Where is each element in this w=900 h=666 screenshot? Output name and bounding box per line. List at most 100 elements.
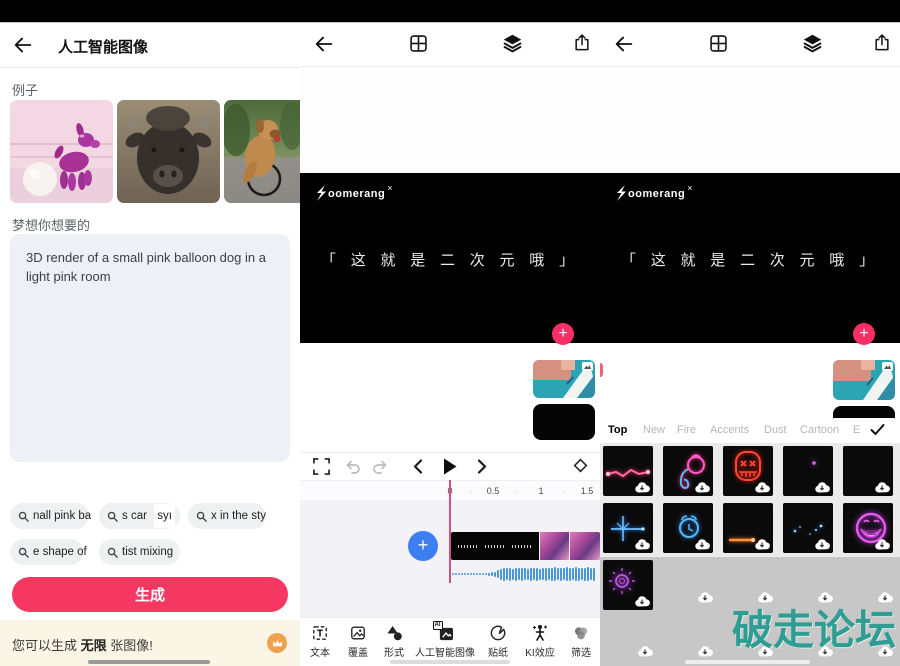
timeline-tracks[interactable] — [300, 500, 600, 617]
tool-sticker[interactable]: 贴纸 — [478, 623, 518, 659]
tool-filter[interactable]: 筛选 — [562, 623, 600, 659]
generate-button[interactable]: 生成 — [12, 577, 288, 612]
tool-overlay[interactable]: 覆盖 — [340, 623, 376, 659]
download-cloud-icon[interactable] — [634, 596, 650, 607]
home-indicator[interactable] — [390, 660, 510, 664]
search-icon — [196, 511, 207, 522]
tab-accents[interactable]: Accents — [710, 424, 749, 436]
download-cloud-icon[interactable] — [754, 482, 770, 493]
watermark-close-icon[interactable]: × — [387, 183, 392, 193]
effect-cyan-sparks[interactable] — [783, 503, 833, 553]
video-clip[interactable] — [451, 532, 600, 560]
back-icon[interactable] — [613, 33, 635, 55]
export-share-icon[interactable] — [872, 33, 894, 55]
tab-fire[interactable]: Fire — [677, 424, 696, 436]
layer-thumbnail-black[interactable] — [833, 406, 895, 418]
undo-icon[interactable] — [345, 459, 361, 474]
suggestion-chip[interactable]: e shape of — [10, 539, 83, 565]
premium-crown-icon[interactable] — [267, 633, 287, 653]
back-icon[interactable] — [12, 34, 34, 56]
text-tool-icon — [312, 623, 328, 641]
add-clip-button[interactable] — [408, 531, 438, 561]
footer-text-prefix: 您可以生成 — [12, 638, 81, 653]
effect-blank[interactable] — [843, 446, 893, 496]
tab-top[interactable]: Top — [608, 424, 627, 436]
download-cloud-icon[interactable] — [814, 539, 830, 550]
effect-pink-lightning[interactable] — [603, 446, 653, 496]
layer-thumbnail[interactable] — [833, 360, 895, 400]
layer-thumbnail[interactable] — [533, 360, 595, 398]
download-cloud-icon[interactable] — [697, 646, 713, 657]
home-indicator[interactable] — [88, 660, 210, 664]
grid-layout-icon[interactable] — [408, 33, 430, 55]
tool-ai-image[interactable]: AI 人工智能图像 — [412, 623, 478, 659]
effect-pink-kettle[interactable] — [663, 446, 713, 496]
suggestion-chip[interactable]: nall pink ba — [10, 503, 89, 529]
keyframe-diamond-icon[interactable] — [572, 457, 589, 474]
tab-new[interactable]: New — [643, 424, 665, 436]
download-cloud-icon[interactable] — [754, 539, 770, 550]
tool-shapes[interactable]: 形式 — [376, 623, 412, 659]
audio-waveform[interactable] — [452, 566, 600, 582]
next-frame-icon[interactable] — [477, 459, 487, 474]
add-media-button[interactable] — [853, 323, 875, 345]
playback-controls — [300, 452, 600, 481]
layer-thumbnail-black[interactable] — [533, 404, 595, 440]
footer-text-suffix: 张图像! — [107, 638, 153, 653]
video-preview[interactable]: oomerang × 「 这 就 是 二 次 元 哦 」 — [600, 173, 900, 343]
layers-icon[interactable] — [802, 33, 824, 55]
add-media-button[interactable] — [552, 323, 574, 345]
playhead[interactable] — [449, 480, 451, 583]
scroll-edge-fragment — [600, 363, 603, 377]
prompt-textarea[interactable]: 3D render of a small pink balloon dog in… — [10, 234, 290, 462]
effect-purple-spark[interactable] — [783, 446, 833, 496]
download-cloud-icon[interactable] — [634, 482, 650, 493]
search-icon — [18, 547, 29, 558]
editor-bottom-toolbar: 文本 覆盖 形式 AI 人工智能图像 贴纸 — [300, 617, 600, 666]
boomerang-logo-icon — [316, 185, 327, 202]
layers-icon[interactable] — [502, 33, 524, 55]
download-cloud-icon[interactable] — [874, 482, 890, 493]
download-cloud-icon[interactable] — [637, 646, 653, 657]
ai-badge: AI — [433, 621, 443, 630]
effect-blue-cross[interactable] — [603, 503, 653, 553]
video-caption: 「 这 就 是 二 次 元 哦 」 — [300, 249, 600, 270]
download-cloud-icon[interactable] — [694, 539, 710, 550]
prev-frame-icon[interactable] — [413, 459, 423, 474]
suggestion-chip[interactable]: tist mixing — [99, 539, 180, 565]
video-preview[interactable]: oomerang × 「 这 就 是 二 次 元 哦 」 — [300, 173, 600, 343]
editor-toolbar — [600, 23, 900, 66]
play-button[interactable] — [443, 458, 457, 475]
download-cloud-icon[interactable] — [634, 539, 650, 550]
home-indicator[interactable] — [685, 660, 810, 664]
effect-blue-clock[interactable] — [663, 503, 713, 553]
status-bar — [600, 0, 900, 23]
tab-effects-cut[interactable]: E — [853, 424, 860, 436]
suggestion-chip[interactable]: s car syı — [99, 503, 180, 529]
example-image-balloon-dog[interactable] — [10, 100, 113, 203]
tab-cartoon[interactable]: Cartoon — [800, 424, 839, 436]
download-cloud-icon[interactable] — [814, 482, 830, 493]
download-cloud-icon[interactable] — [694, 482, 710, 493]
ai-header: 人工智能图像 — [0, 23, 300, 68]
tab-dust[interactable]: Dust — [764, 424, 787, 436]
back-icon[interactable] — [313, 33, 335, 55]
confirm-check-icon[interactable] — [870, 423, 885, 436]
effect-purple-sun[interactable] — [603, 560, 653, 610]
effect-orange-line[interactable] — [723, 503, 773, 553]
export-share-icon[interactable] — [572, 33, 594, 55]
effect-magenta-smiley[interactable] — [843, 503, 893, 553]
tool-ki-effects[interactable]: KI效应 — [518, 623, 562, 659]
download-cloud-icon[interactable] — [874, 539, 890, 550]
ruler-tick: · — [516, 486, 519, 496]
watermark-close-icon[interactable]: × — [687, 183, 692, 193]
fullscreen-icon[interactable] — [313, 458, 330, 475]
redo-icon[interactable] — [372, 459, 388, 474]
download-cloud-icon[interactable] — [697, 592, 713, 603]
example-image-bull[interactable] — [117, 100, 220, 203]
tool-text[interactable]: 文本 — [300, 623, 340, 659]
example-image-dog-wheel[interactable] — [224, 100, 300, 203]
effect-red-skull-mask[interactable] — [723, 446, 773, 496]
suggestion-chip[interactable]: x in the sty — [188, 503, 266, 529]
grid-layout-icon[interactable] — [708, 33, 730, 55]
